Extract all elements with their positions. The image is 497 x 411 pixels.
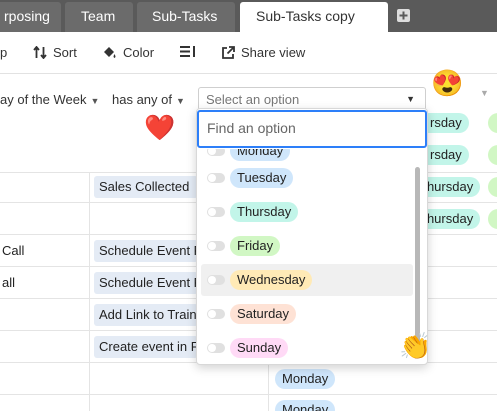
option-toggle[interactable] [207,149,225,156]
option-chip: Tuesday [230,168,294,188]
chevron-down-icon: ▼ [406,94,415,104]
option-toggle[interactable] [207,343,225,353]
clapping-hands-emoji: 👏 [399,331,432,361]
option-toggle[interactable] [207,173,225,183]
option-chip: Saturday [230,304,297,324]
linked-record[interactable]: Schedule Event F [94,272,198,294]
table-cell[interactable]: all [2,275,15,290]
group-button[interactable]: p [0,45,7,60]
filter-field-label: ay of the Week [0,92,87,107]
tab-bar: rposing Team Sub-Tasks Sub-Tasks copy ▼ [0,0,497,51]
option-chip: Sunday [230,338,289,358]
option-chip: Thursday [230,202,299,222]
chevron-down-icon: ▼ [176,96,185,106]
day-chip [488,177,497,197]
column-divider [89,172,90,411]
tab-sub-tasks[interactable]: Sub-Tasks [137,2,235,32]
option-saturday[interactable]: Saturday [201,298,413,330]
row-height-icon [180,46,195,57]
option-search-input[interactable] [199,112,409,144]
tab-rposing[interactable]: rposing [0,2,61,32]
select-placeholder: Select an option [206,92,300,107]
option-toggle[interactable] [207,241,225,251]
day-chip: Monday [275,400,336,411]
day-chip: Monday [275,369,336,389]
group-label: p [0,45,8,60]
option-chip: Wednesday [230,270,313,290]
chevron-down-icon: ▼ [90,96,100,106]
add-tab-icon[interactable] [396,8,411,23]
dropdown-scrollbar[interactable] [415,167,420,347]
filter-field-select[interactable]: ay of the Week ▼ [0,92,99,107]
option-toggle[interactable] [207,207,225,217]
filter-operator-label: has any of [112,92,172,107]
color-label: Color [123,45,155,60]
share-icon [222,45,235,59]
linked-record[interactable]: Sales Collected [94,176,198,198]
filter-operator-select[interactable]: has any of ▼ [112,92,185,107]
share-view-button[interactable]: Share view [221,45,305,60]
heart-eyes-emoji: 😍 [431,68,464,98]
tab-label: Sub-Tasks copy [256,8,355,24]
linked-record[interactable]: Add Link to Train [94,304,198,326]
paint-bucket-icon [104,46,116,58]
option-tuesday[interactable]: Tuesday [201,162,413,194]
table-cell[interactable]: Call [2,243,24,258]
option-search-box[interactable] [197,110,427,148]
option-friday[interactable]: Friday [201,230,413,262]
tab-team[interactable]: Team [65,2,133,32]
day-chip [488,209,497,229]
linked-record[interactable]: Schedule Event F [94,240,198,262]
sort-label: Sort [53,45,77,60]
row-height-button[interactable] [180,45,196,58]
sort-icon [33,46,47,59]
heart-emoji: ❤️ [144,114,176,142]
tab-label: Sub-Tasks [152,8,218,24]
view-toolbar: p Sort Color Share view [0,32,497,74]
tab-label: rposing [4,8,50,24]
option-wednesday[interactable]: Wednesday [201,264,413,296]
option-dropdown: Monday Tuesday Thursday Friday Wednesday… [196,108,428,365]
option-list[interactable]: Monday Tuesday Thursday Friday Wednesday… [197,149,427,364]
sort-button[interactable]: Sort [33,45,77,60]
option-chip: Monday [230,149,291,161]
share-view-label: Share view [241,45,306,60]
option-thursday[interactable]: Thursday [201,196,413,228]
tab-label: Team [81,8,116,24]
option-sunday[interactable]: Sunday [201,332,413,364]
option-toggle[interactable] [207,275,225,285]
option-toggle[interactable] [207,309,225,319]
tab-sub-tasks-copy[interactable]: Sub-Tasks copy ▼ [240,2,388,51]
linked-record[interactable]: Create event in F [94,336,198,358]
chevron-down-icon[interactable]: ▼ [480,88,489,98]
color-button[interactable]: Color [102,45,154,60]
option-chip: Friday [230,236,281,256]
row-divider [0,394,497,395]
